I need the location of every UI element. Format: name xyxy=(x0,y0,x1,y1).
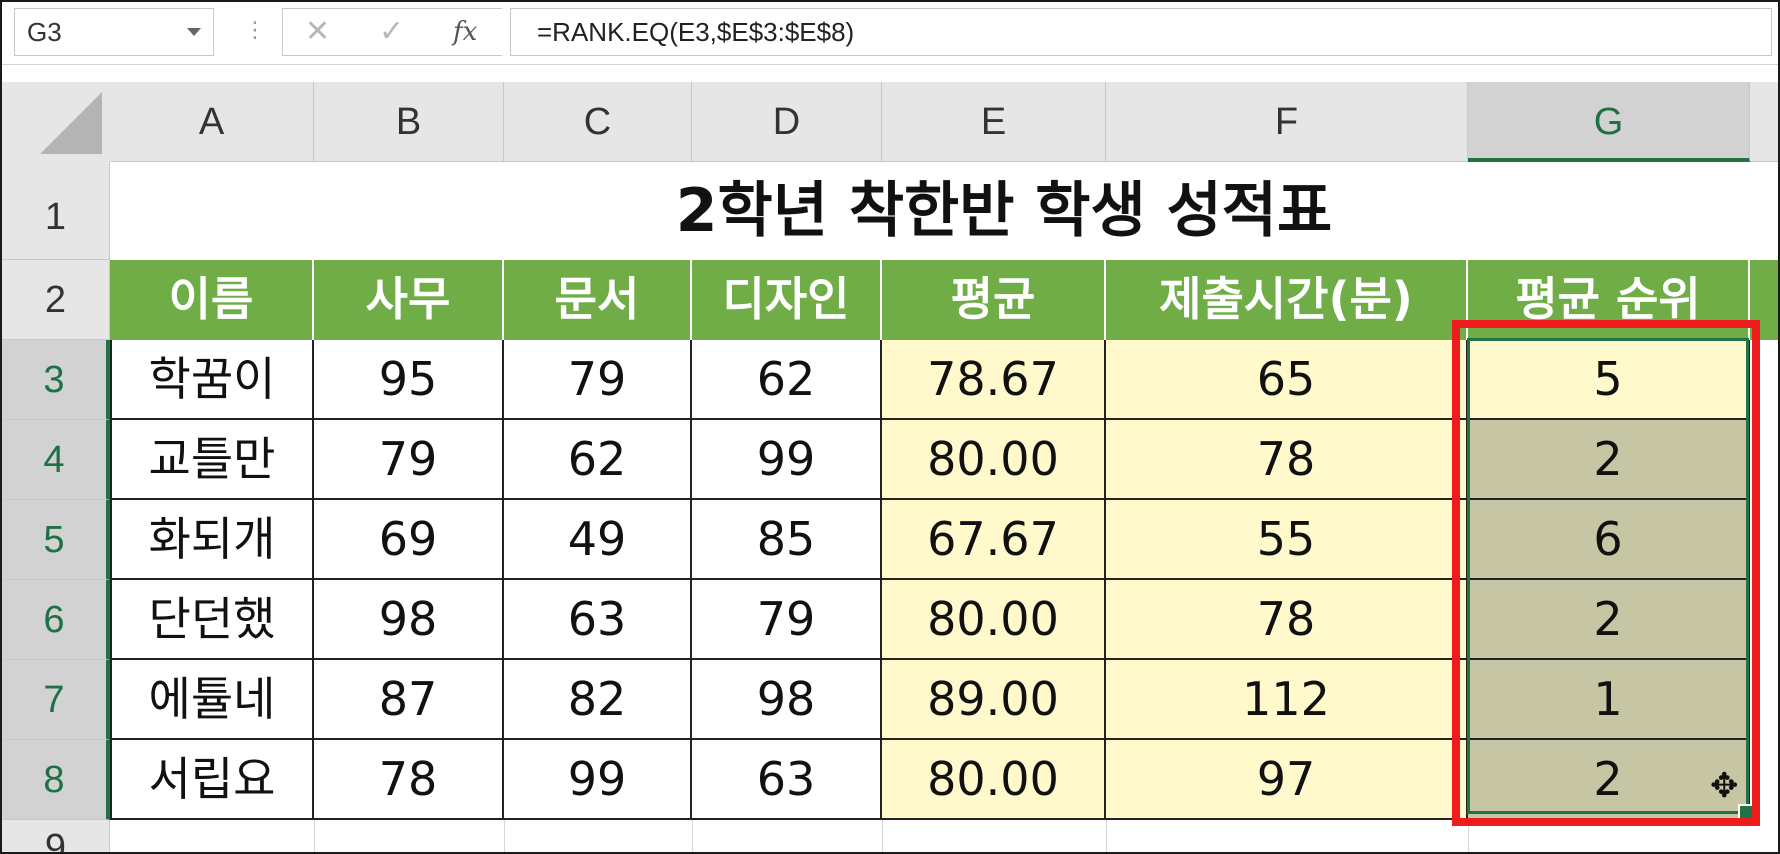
table-cell[interactable]: 49 xyxy=(504,500,692,580)
select-all-icon xyxy=(40,92,102,154)
column-header-h[interactable] xyxy=(1750,82,1778,162)
sheet-title-text: 2학년 착한반 학생 성적표 xyxy=(675,176,1333,246)
table-cell[interactable]: 62 xyxy=(504,420,692,500)
table-cell[interactable]: 에튤네 xyxy=(110,660,314,740)
table-cell[interactable]: 82 xyxy=(504,660,692,740)
table-cell[interactable]: 62 xyxy=(692,340,882,420)
table-cell[interactable]: 78 xyxy=(1106,420,1468,500)
header-cell-document[interactable]: 문서 xyxy=(504,260,692,340)
row-header-6[interactable]: 6 xyxy=(2,580,110,660)
gridline xyxy=(504,820,505,852)
table-cell[interactable]: 98 xyxy=(314,580,504,660)
table-cell[interactable]: 95 xyxy=(314,340,504,420)
insert-function-icon[interactable]: fx xyxy=(453,9,477,55)
column-header-a[interactable]: A xyxy=(110,82,314,162)
table-cell[interactable]: 65 xyxy=(1106,340,1468,420)
table-cell[interactable]: 99 xyxy=(504,740,692,820)
table-cell[interactable]: 학꿈이 xyxy=(110,340,314,420)
table-cell[interactable]: 87 xyxy=(314,660,504,740)
table-cell[interactable]: 63 xyxy=(504,580,692,660)
gridline xyxy=(314,820,315,852)
column-header-g[interactable]: G xyxy=(1468,82,1750,162)
excel-window: G3 ⋮ ✕ ✓ fx =RANK.EQ(E3,$E$3:$E$8) A B C… xyxy=(0,0,1780,854)
select-all-button[interactable] xyxy=(2,82,111,163)
table-cell[interactable]: 55 xyxy=(1106,500,1468,580)
more-options-icon[interactable]: ⋮ xyxy=(244,8,266,56)
table-cell[interactable]: 98 xyxy=(692,660,882,740)
header-cell-name[interactable]: 이름 xyxy=(110,260,314,340)
header-cell-design[interactable]: 디자인 xyxy=(692,260,882,340)
table-cell[interactable]: 80.00 xyxy=(882,740,1106,820)
gridline xyxy=(882,820,883,852)
table-cell[interactable]: 85 xyxy=(692,500,882,580)
table-cell[interactable]: 67.67 xyxy=(882,500,1106,580)
gridline xyxy=(1106,820,1107,852)
table-cell[interactable]: 78.67 xyxy=(882,340,1106,420)
table-cell[interactable]: 80.00 xyxy=(882,420,1106,500)
name-box-value: G3 xyxy=(27,17,62,47)
table-cell[interactable]: 79 xyxy=(692,580,882,660)
formula-input[interactable]: =RANK.EQ(E3,$E$3:$E$8) xyxy=(510,8,1772,56)
row-header-4[interactable]: 4 xyxy=(2,420,110,500)
column-header-b[interactable]: B xyxy=(314,82,504,162)
column-header-f[interactable]: F xyxy=(1106,82,1468,162)
enter-icon[interactable]: ✓ xyxy=(379,9,404,55)
table-cell[interactable]: 78 xyxy=(1106,580,1468,660)
header-cell-office[interactable]: 사무 xyxy=(314,260,504,340)
gridline xyxy=(692,820,693,852)
table-cell[interactable]: 서립요 xyxy=(110,740,314,820)
name-box[interactable]: G3 xyxy=(14,8,214,56)
row-header-3[interactable]: 3 xyxy=(2,340,110,420)
row-header-2[interactable]: 2 xyxy=(2,260,110,340)
column-header-c[interactable]: C xyxy=(504,82,692,162)
header-cell-submit-time[interactable]: 제출시간(분) xyxy=(1106,260,1468,340)
table-cell[interactable]: 78 xyxy=(314,740,504,820)
cell-cursor-icon: ✥ xyxy=(1710,766,1739,806)
row-header-1[interactable]: 1 xyxy=(2,162,110,260)
highlight-box xyxy=(1452,320,1760,826)
table-cell[interactable]: 112 xyxy=(1106,660,1468,740)
table-cell[interactable]: 99 xyxy=(692,420,882,500)
sheet-title[interactable]: 2학년 착한반 학생 성적표 xyxy=(110,162,1778,260)
header-cell-average[interactable]: 평균 xyxy=(882,260,1106,340)
table-cell[interactable]: 89.00 xyxy=(882,660,1106,740)
table-cell[interactable]: 63 xyxy=(692,740,882,820)
table-cell[interactable]: 69 xyxy=(314,500,504,580)
table-cell[interactable]: 97 xyxy=(1106,740,1468,820)
table-cell[interactable]: 화되개 xyxy=(110,500,314,580)
table-cell[interactable]: 교틀만 xyxy=(110,420,314,500)
row-header-5[interactable]: 5 xyxy=(2,500,110,580)
column-header-d[interactable]: D xyxy=(692,82,882,162)
table-cell[interactable]: 79 xyxy=(504,340,692,420)
table-cell[interactable]: 단던했 xyxy=(110,580,314,660)
cancel-icon[interactable]: ✕ xyxy=(305,9,330,55)
table-cell[interactable]: 80.00 xyxy=(882,580,1106,660)
row-header-7[interactable]: 7 xyxy=(2,660,110,740)
row-header-9[interactable]: 9 xyxy=(2,820,110,852)
column-header-e[interactable]: E xyxy=(882,82,1106,162)
formula-buttons: ✕ ✓ fx xyxy=(282,8,502,56)
table-cell[interactable]: 79 xyxy=(314,420,504,500)
row-header-8[interactable]: 8 xyxy=(2,740,110,820)
chevron-down-icon[interactable] xyxy=(187,28,201,36)
formula-bar: G3 ⋮ ✕ ✓ fx =RANK.EQ(E3,$E$3:$E$8) xyxy=(2,2,1778,65)
formula-text: =RANK.EQ(E3,$E$3:$E$8) xyxy=(537,17,855,47)
